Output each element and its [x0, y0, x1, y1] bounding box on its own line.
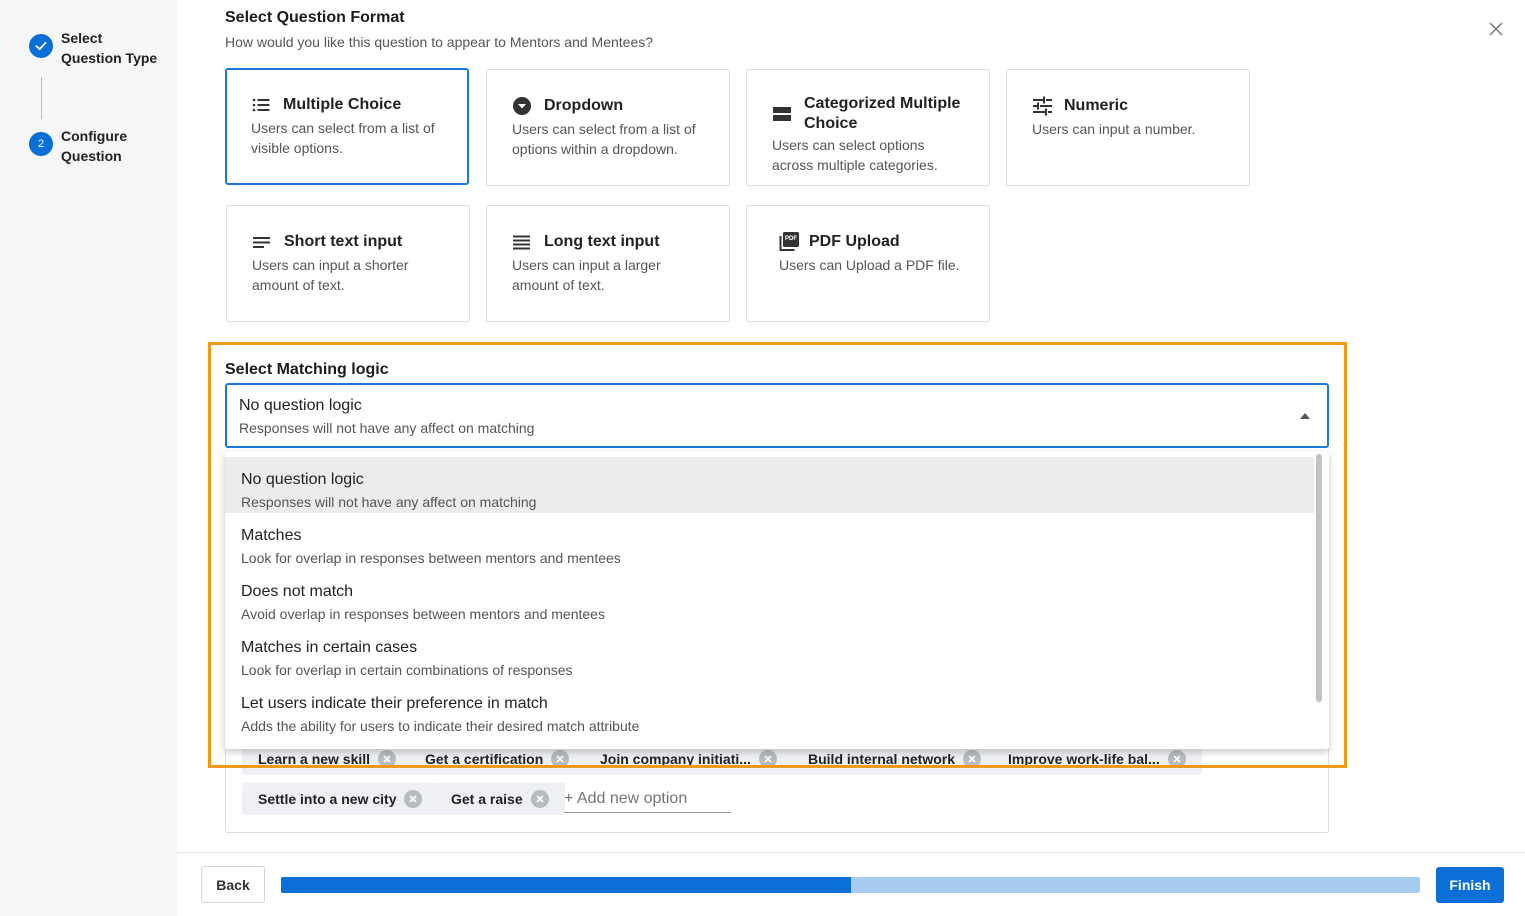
back-button[interactable]: Back	[201, 866, 265, 903]
progress-fill	[281, 877, 851, 893]
card-description: Users can select options across multiple…	[772, 137, 938, 173]
check-icon	[29, 34, 53, 58]
dropdown-circle-icon	[512, 96, 534, 116]
format-section-subtitle: How would you like this question to appe…	[225, 34, 654, 50]
highlight-frame	[208, 342, 1347, 768]
card-title: Categorized Multiple Choice	[804, 95, 961, 132]
card-title: Long text input	[544, 233, 660, 250]
option-chip: Settle into a new city	[242, 783, 439, 815]
pdf-badge-text: PDF	[785, 236, 797, 242]
card-description: Users can Upload a PDF file.	[779, 257, 960, 273]
wizard-sidebar: Select Question Type 2 Configure Questio…	[0, 0, 177, 916]
short-text-icon	[252, 232, 274, 252]
format-card-short-text[interactable]: Short text input Users can input a short…	[226, 205, 470, 322]
card-title: Short text input	[284, 233, 403, 250]
card-title: PDF Upload	[809, 233, 900, 250]
close-icon[interactable]	[1486, 19, 1506, 39]
categories-icon	[772, 106, 794, 126]
chip-label: Get a raise	[451, 791, 523, 807]
long-text-icon	[512, 232, 534, 252]
add-option-input[interactable]	[564, 786, 731, 813]
card-title: Multiple Choice	[283, 96, 402, 113]
remove-option-icon[interactable]	[404, 790, 423, 808]
card-title: Dropdown	[544, 97, 624, 114]
card-description: Users can select from a list of visible …	[251, 120, 435, 156]
step-label: Question	[61, 148, 122, 164]
card-description: Users can select from a list of options …	[512, 121, 696, 157]
footer-divider	[177, 852, 1525, 853]
step-select-question-type[interactable]: Select Question Type	[29, 28, 161, 68]
pdf-icon: PDF	[779, 232, 801, 252]
step-connector	[41, 77, 42, 119]
format-card-long-text[interactable]: Long text input Users can input a larger…	[486, 205, 730, 322]
wizard-progress-bar	[281, 877, 1420, 893]
step-configure-question[interactable]: 2 Configure Question	[29, 126, 161, 166]
card-description: Users can input a number.	[1032, 121, 1196, 137]
format-card-pdf-upload[interactable]: PDF PDF Upload Users can Upload a PDF fi…	[746, 205, 990, 322]
card-title: Numeric	[1064, 97, 1129, 114]
format-card-multiple-choice[interactable]: Multiple Choice Users can select from a …	[225, 68, 469, 185]
list-icon	[251, 95, 273, 115]
sliders-icon	[1032, 96, 1054, 116]
step-label: Configure	[61, 128, 128, 144]
finish-button[interactable]: Finish	[1436, 867, 1504, 903]
step-number: 2	[29, 132, 53, 156]
step-label: Select	[61, 30, 103, 46]
option-chip: Get a raise	[435, 783, 565, 815]
chip-label: Settle into a new city	[258, 791, 397, 807]
card-description: Users can input a shorter amount of text…	[252, 257, 409, 293]
format-section-title: Select Question Format	[225, 9, 405, 26]
card-description: Users can input a larger amount of text.	[512, 257, 661, 293]
format-card-numeric[interactable]: Numeric Users can input a number.	[1006, 69, 1250, 186]
remove-option-icon[interactable]	[530, 790, 549, 808]
format-card-dropdown[interactable]: Dropdown Users can select from a list of…	[486, 69, 730, 186]
format-card-categorized-multiple-choice[interactable]: Categorized Multiple Choice Users can se…	[746, 69, 990, 186]
step-label: Question Type	[61, 50, 158, 66]
